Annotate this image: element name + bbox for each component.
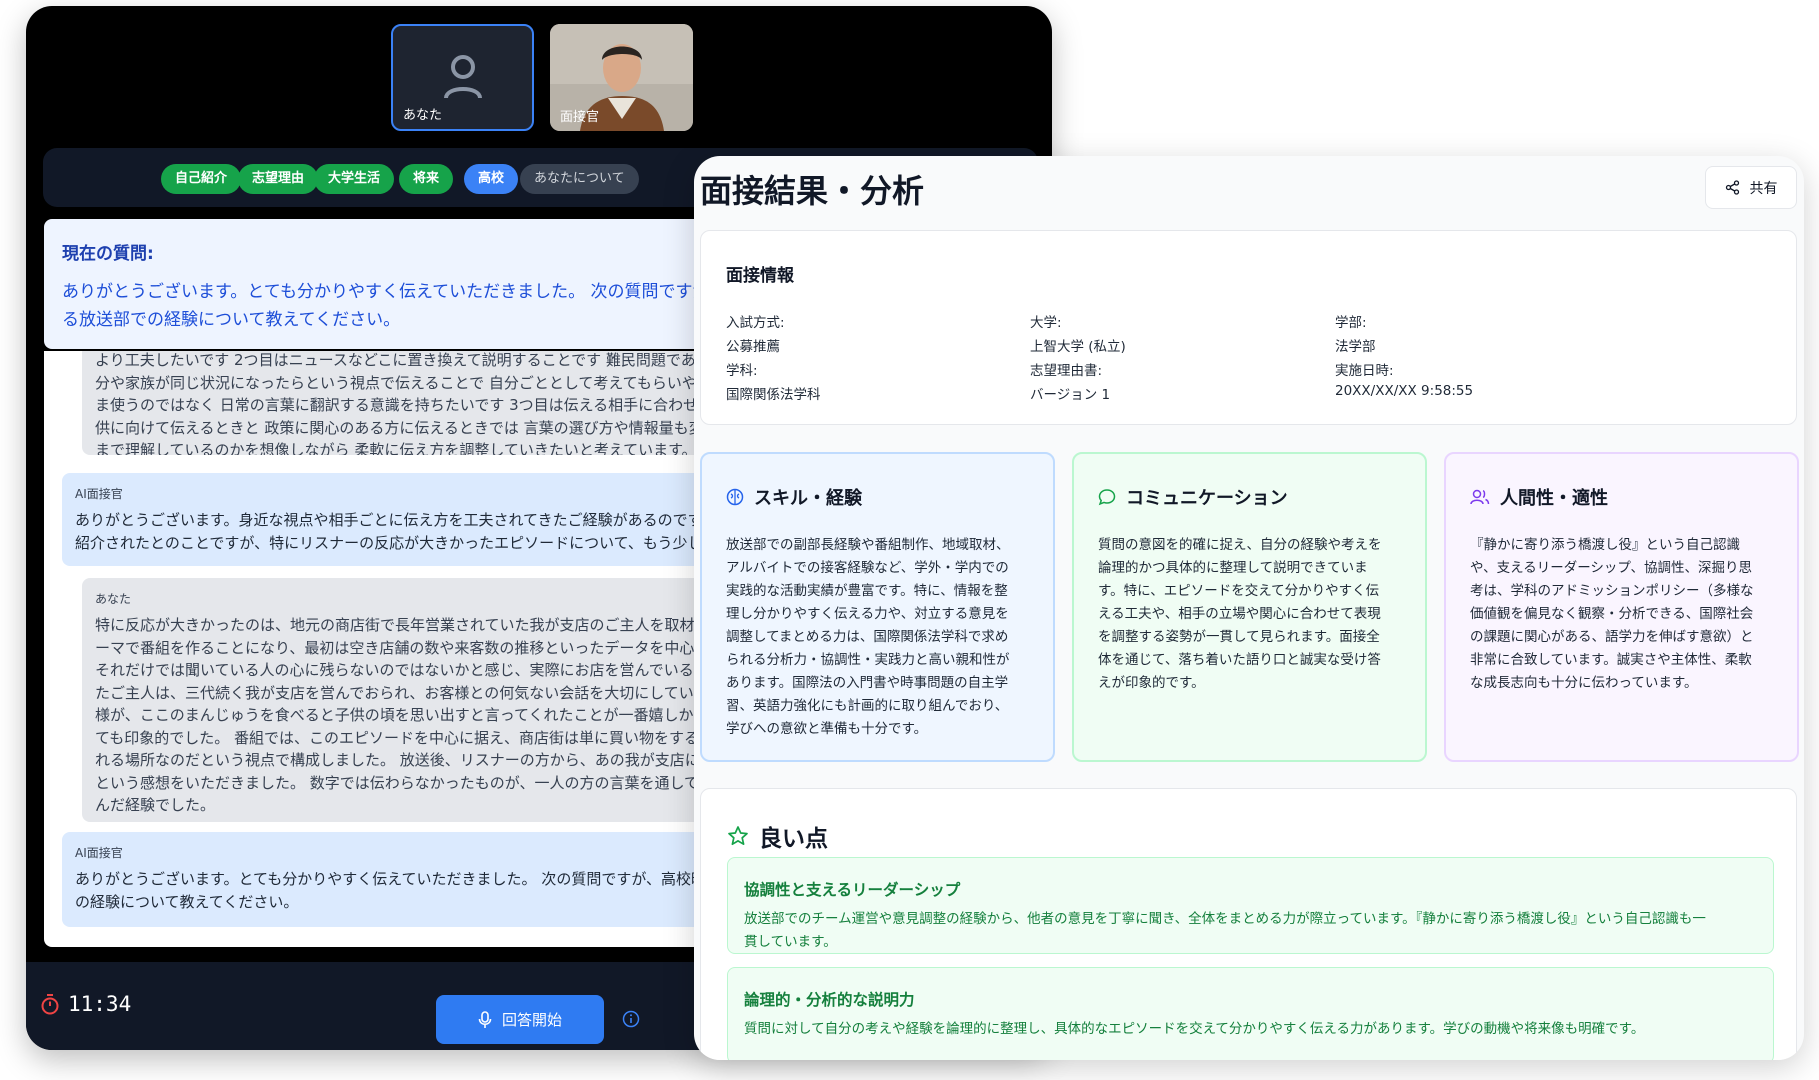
field-department: 学科: 国際関係法学科 <box>726 363 821 403</box>
personality-card: 人間性・適性 『静かに寄り添う橋渡し役』という自己認識 や、支えるリーダーシップ… <box>1444 452 1799 762</box>
current-question-label: 現在の質問: <box>62 244 154 264</box>
good-point-text: 質問に対して自分の考えや経験を論理的に整理し、具体的なエピソードを交えて分かりや… <box>744 1021 1645 1037</box>
field-admission-method: 入試方式: 公募推薦 <box>726 315 785 355</box>
tab-high-school[interactable]: 高校 <box>464 164 519 194</box>
message-body: ありがとうございます。とても分かりやすく伝えていただきました。 次の質問ですが、… <box>75 870 734 911</box>
brain-icon <box>726 488 744 506</box>
page-title: 面接結果・分析 <box>700 172 925 210</box>
speaker-label: あなた <box>95 592 132 606</box>
timer: 11:34 <box>40 992 131 1016</box>
message-you: より工夫したいです 2つ目はニュースなどこに置き換えて説明することです 難民問題… <box>82 351 734 455</box>
field-faculty: 学部: 法学部 <box>1335 315 1376 355</box>
timer-icon <box>41 994 59 1015</box>
message-body: より工夫したいです 2つ目はニュースなどこに置き換えて説明することです 難民問題… <box>95 351 734 455</box>
good-points-heading: 良い点 <box>727 819 828 853</box>
tab-about-you[interactable]: あなたについて <box>520 164 639 194</box>
share-icon <box>1725 180 1739 195</box>
users-icon <box>1470 489 1490 505</box>
chat-bubble-icon <box>1098 489 1116 506</box>
field-datetime: 実施日時: 20XX/XX/XX 9:58:55 <box>1335 363 1474 399</box>
good-points-card: 良い点 協調性と支えるリーダーシップ 放送部でのチーム運営や意見調整の経験から、… <box>700 788 1797 1060</box>
good-point-item: 協調性と支えるリーダーシップ 放送部でのチーム運営や意見調整の経験から、他者の意… <box>727 857 1774 954</box>
message-ai: AI面接官 ありがとうございます。身近な視点や相手ごとに伝え方を工夫されてきたご… <box>62 473 734 566</box>
card-heading: コミュニケーション <box>1098 484 1288 510</box>
results-panel: 面接結果・分析 共有 面接情報 入試方式: 公募推薦 大学: 上智大学 (私立) 学… <box>694 156 1804 1060</box>
share-button[interactable]: 共有 <box>1705 166 1797 209</box>
current-question-text: ありがとうございます。とても分かりやすく伝えていただきました。 次の質問ですが、… <box>62 282 734 330</box>
tab-motivation[interactable]: 志望理由 <box>238 164 319 194</box>
card-text: 『静かに寄り添う橋渡し役』という自己認識 や、支えるリーダーシップ、協調性、深掘… <box>1470 537 1754 691</box>
share-label: 共有 <box>1749 180 1778 197</box>
video-tile-interviewer[interactable]: 面接官 <box>550 24 693 131</box>
microphone-icon <box>478 1010 492 1028</box>
card-heading: 人間性・適性 <box>1470 484 1608 510</box>
card-text: 質問の意図を的確に捉え、自分の経験や考えを 論理的かつ具体的に整理して説明できて… <box>1098 537 1382 691</box>
current-question-panel: 現在の質問: ありがとうございます。とても分かりやすく伝えていただきました。 次… <box>44 219 734 349</box>
start-answer-button[interactable]: 回答開始 <box>436 995 604 1044</box>
good-point-title: 論理的・分析的な説明力 <box>744 991 915 1009</box>
info-icon[interactable] <box>622 1010 640 1028</box>
message-you: あなた 特に反応が大きかったのは、地元の商店街で長年営業されていた我が支店のご主… <box>82 578 734 822</box>
skill-experience-card: スキル・経験 放送部での副部長経験や番組制作、地域取材、 アルバイトでの接客経験… <box>700 452 1055 762</box>
star-icon <box>728 826 748 846</box>
communication-card: コミュニケーション 質問の意図を的確に捉え、自分の経験や考えを 論理的かつ具体的… <box>1072 452 1427 762</box>
start-answer-label: 回答開始 <box>501 1011 562 1029</box>
field-university: 大学: 上智大学 (私立) <box>1030 315 1126 355</box>
tab-self-intro[interactable]: 自己紹介 <box>161 164 242 194</box>
message-ai: AI面接官 ありがとうございます。とても分かりやすく伝えていただきました。 次の… <box>62 832 734 927</box>
video-tile-you[interactable]: あなた <box>391 24 534 131</box>
tab-university-life[interactable]: 大学生活 <box>314 164 395 194</box>
message-body: ありがとうございます。身近な視点や相手ごとに伝え方を工夫されてきたご経験があるの… <box>75 511 734 552</box>
interview-info-card: 面接情報 入試方式: 公募推薦 大学: 上智大学 (私立) 学部: 法学部 学科: 国際… <box>700 230 1797 425</box>
good-point-item: 論理的・分析的な説明力 質問に対して自分の考えや経験を論理的に整理し、具体的なエ… <box>727 967 1774 1060</box>
field-statement: 志望理由書: バージョン 1 <box>1030 363 1111 403</box>
timer-value: 11:34 <box>68 992 132 1016</box>
good-point-title: 協調性と支えるリーダーシップ <box>744 881 961 899</box>
card-text: 放送部での副部長経験や番組制作、地域取材、 アルバイトでの接客経験など、学外・学… <box>726 537 1010 737</box>
video-label-interviewer: 面接官 <box>560 110 600 125</box>
speaker-label: AI面接官 <box>75 487 123 501</box>
speaker-label: AI面接官 <box>75 846 123 860</box>
card-heading: スキル・経験 <box>726 484 862 510</box>
user-icon <box>443 55 482 99</box>
good-point-text: 放送部でのチーム運営や意見調整の経験から、他者の意見を丁寧に聞き、全体をまとめる… <box>744 911 1706 950</box>
chat-log[interactable]: より工夫したいです 2つ目はニュースなどこに置き換えて説明することです 難民問題… <box>44 351 734 947</box>
tab-future[interactable]: 将来 <box>399 164 454 194</box>
interview-info-heading: 面接情報 <box>726 266 794 286</box>
video-label-you: あなた <box>403 108 443 123</box>
message-body: 特に反応が大きかったのは、地元の商店街で長年営業されていた我が支店のご主人を取材… <box>95 616 734 814</box>
